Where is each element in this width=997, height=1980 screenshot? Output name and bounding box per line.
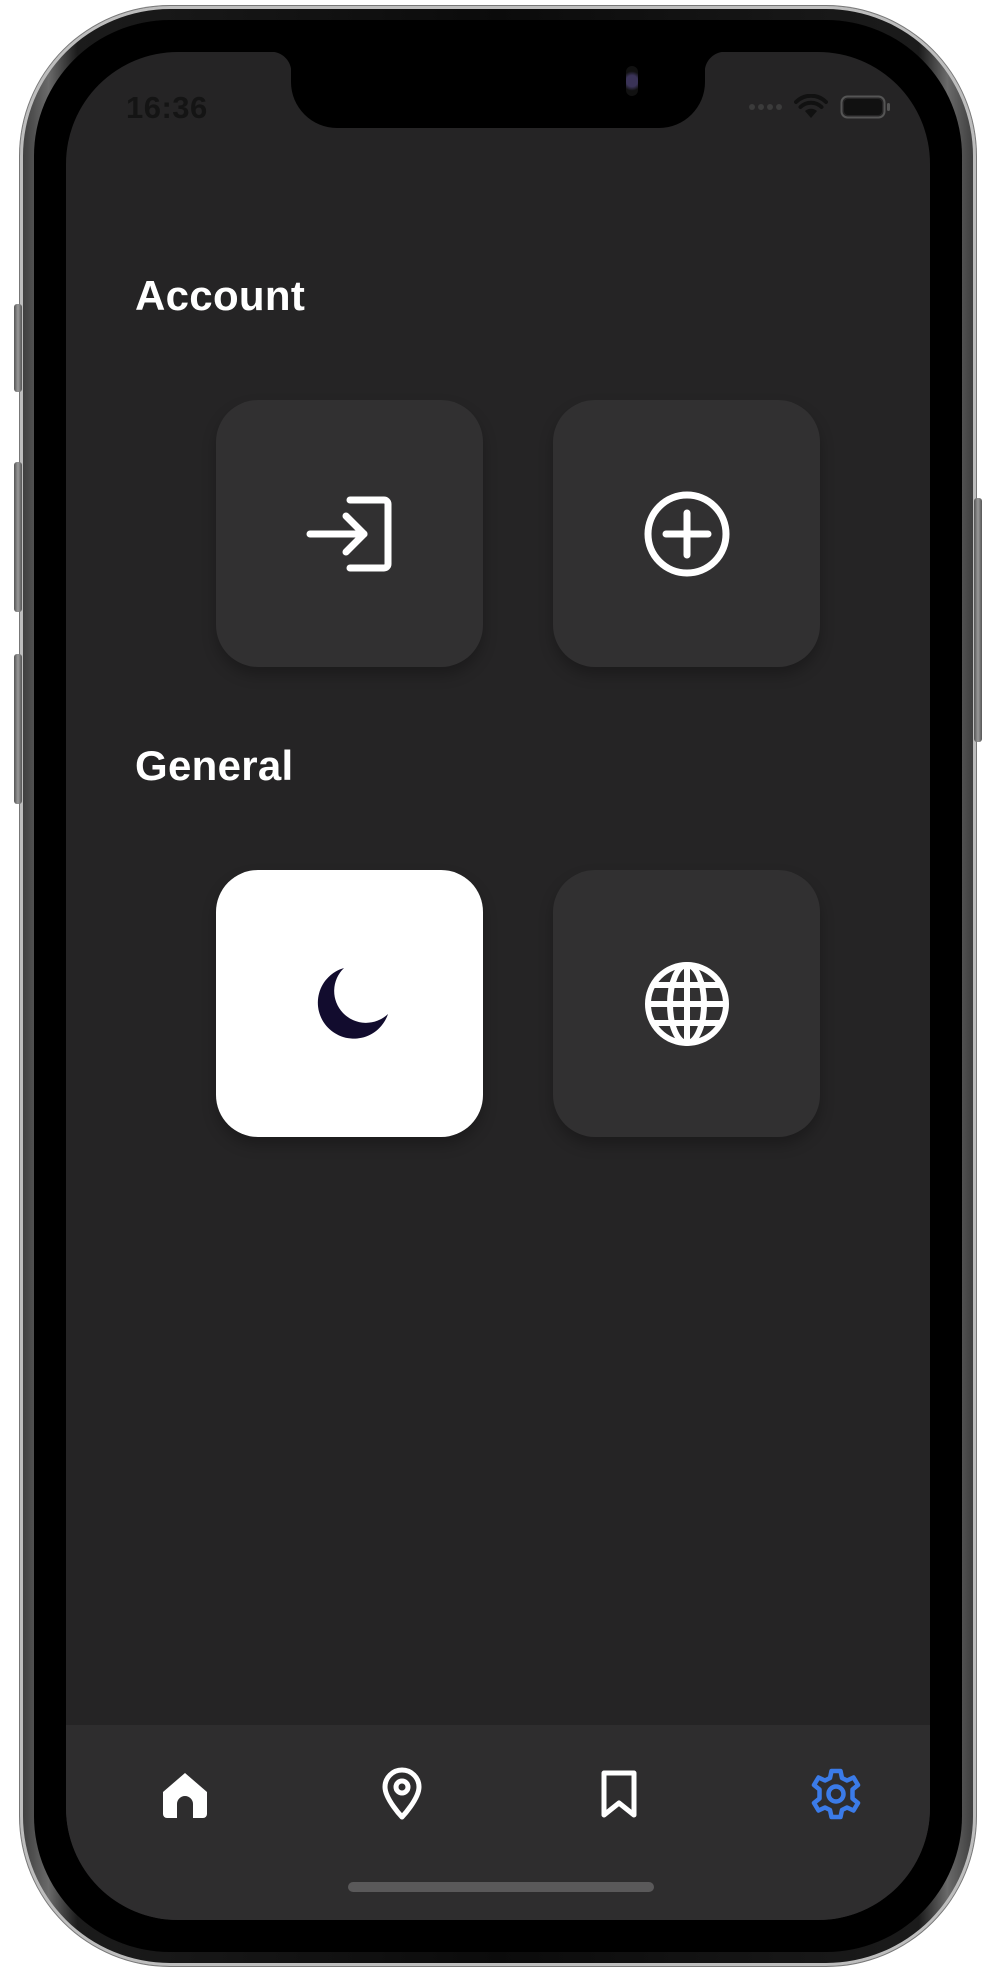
add-circle-icon <box>644 491 729 576</box>
bookmark-icon <box>601 1770 637 1818</box>
add-account-button[interactable] <box>553 400 820 667</box>
wifi-icon <box>794 94 828 118</box>
login-icon <box>306 496 391 571</box>
tab-bar <box>66 1725 930 1920</box>
moon-icon <box>317 967 388 1039</box>
battery-icon <box>840 95 890 119</box>
tab-home[interactable] <box>150 1759 220 1829</box>
home-icon <box>163 1773 207 1818</box>
volume-down-button <box>14 654 22 804</box>
globe-icon <box>644 961 729 1046</box>
home-indicator[interactable] <box>348 1882 654 1892</box>
tab-locations[interactable] <box>367 1759 437 1829</box>
camera <box>626 66 638 96</box>
status-time: 16:36 <box>126 90 208 125</box>
section-title-account: Account <box>135 272 306 319</box>
phone-frame: 16:36 Account General <box>14 6 982 1966</box>
volume-up-button <box>14 462 22 612</box>
tab-bookmarks[interactable] <box>584 1759 654 1829</box>
app-screen: 16:36 Account General <box>66 52 930 1920</box>
tab-settings[interactable] <box>801 1759 871 1829</box>
cellular-signal-icon <box>749 104 782 110</box>
power-button <box>974 498 982 742</box>
location-pin-icon <box>382 1767 422 1820</box>
login-button[interactable] <box>216 400 483 667</box>
language-button[interactable] <box>553 870 820 1137</box>
gear-icon <box>811 1768 861 1820</box>
dark-mode-toggle[interactable] <box>216 870 483 1137</box>
status-indicators <box>749 94 892 120</box>
section-title-general: General <box>135 742 294 789</box>
notch <box>271 52 725 128</box>
silent-switch <box>14 304 22 392</box>
